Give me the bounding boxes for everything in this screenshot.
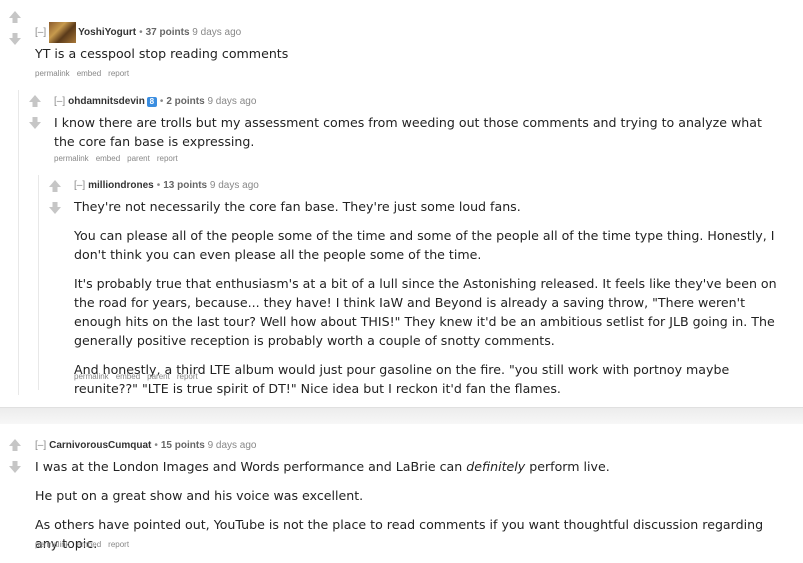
comment-paragraph: I was at the London Images and Words per…: [35, 457, 770, 476]
comment-actions: permalink embed report: [35, 540, 136, 549]
comment-author[interactable]: milliondrones: [88, 180, 154, 191]
comment-score: 15 points: [160, 440, 205, 451]
upvote-arrow-icon[interactable]: [8, 438, 22, 452]
comment-actions: permalink embed parent report: [74, 372, 205, 381]
separator-dot: •: [159, 96, 164, 107]
upvote-arrow-icon[interactable]: [48, 179, 62, 193]
upvote-arrow-icon[interactable]: [28, 94, 42, 108]
embed-link[interactable]: embed: [77, 540, 101, 549]
comment-tagline: [–] milliondrones • 13 points 9 days ago: [74, 180, 259, 191]
embed-link[interactable]: embed: [77, 69, 101, 78]
comment-score: 13 points: [163, 180, 208, 191]
paragraph-text: perform live.: [525, 459, 610, 474]
comment-age: 9 days ago: [207, 96, 257, 107]
user-flair-badge: 8: [146, 96, 157, 107]
comment-age: 9 days ago: [207, 440, 257, 451]
emphasis-text: definitely: [466, 459, 526, 474]
comment-tagline: [–] ohdamnitsdevin 8 • 2 points 9 days ago: [54, 96, 256, 107]
embed-link[interactable]: embed: [96, 154, 120, 163]
vote-controls: [8, 438, 22, 474]
permalink-link[interactable]: permalink: [54, 154, 89, 163]
comment-tagline: [–] YoshiYogurt • 37 points 9 days ago: [35, 22, 241, 43]
comment-author[interactable]: CarnivorousCumquat: [49, 440, 151, 451]
comment-paragraph: YT is a cesspool stop reading comments: [35, 46, 289, 61]
collapse-toggle[interactable]: [–]: [35, 27, 46, 38]
comment-paragraph: They're not necessarily the core fan bas…: [74, 199, 521, 214]
comment-author[interactable]: ohdamnitsdevin: [68, 96, 145, 107]
parent-link[interactable]: parent: [127, 154, 150, 163]
separator-dot: •: [154, 440, 158, 451]
permalink-link[interactable]: permalink: [35, 69, 70, 78]
comment-paragraph: He put on a great show and his voice was…: [35, 488, 364, 503]
comment-body: I was at the London Images and Words per…: [35, 457, 770, 563]
collapse-toggle[interactable]: [–]: [35, 440, 46, 451]
comment-tagline: [–] CarnivorousCumquat • 15 points 9 days a…: [35, 440, 257, 451]
report-link[interactable]: report: [108, 540, 129, 549]
vote-controls: [8, 10, 22, 46]
comment-actions: permalink embed parent report: [54, 154, 185, 163]
comment-paragraph: As others have pointed out, YouTube is n…: [35, 517, 764, 551]
comment-paragraph: You can please all of the people some of…: [74, 228, 775, 262]
permalink-link[interactable]: permalink: [74, 372, 109, 381]
comment-age: 9 days ago: [209, 180, 259, 191]
permalink-link[interactable]: permalink: [35, 540, 70, 549]
comment-paragraph: It's probably true that enthusiasm's at …: [74, 276, 777, 348]
vote-controls: [48, 179, 62, 215]
separator-dot: •: [156, 180, 161, 191]
report-link[interactable]: report: [108, 69, 129, 78]
downvote-arrow-icon[interactable]: [28, 116, 42, 130]
comment-age: 9 days ago: [192, 27, 242, 38]
embed-link[interactable]: embed: [116, 372, 140, 381]
paragraph-text: I was at the London Images and Words per…: [35, 459, 467, 474]
parent-link[interactable]: parent: [147, 372, 170, 381]
thread-divider: [0, 407, 803, 424]
report-link[interactable]: report: [157, 154, 178, 163]
comment-body: YT is a cesspool stop reading comments: [35, 44, 785, 73]
downvote-arrow-icon[interactable]: [48, 201, 62, 215]
comment-paragraph: I know there are trolls but my assessmen…: [54, 115, 762, 149]
user-avatar: [49, 22, 77, 43]
comment-actions: permalink embed report: [35, 69, 136, 78]
collapse-toggle[interactable]: [–]: [74, 180, 85, 191]
thread-line: [38, 175, 39, 390]
comment-author[interactable]: YoshiYogurt: [78, 27, 136, 38]
upvote-arrow-icon[interactable]: [8, 10, 22, 24]
comment-score: 37 points: [145, 27, 190, 38]
report-link[interactable]: report: [177, 372, 198, 381]
comment-score: 2 points: [166, 96, 205, 107]
downvote-arrow-icon[interactable]: [8, 32, 22, 46]
separator-dot: •: [139, 27, 143, 38]
collapse-toggle[interactable]: [–]: [54, 96, 65, 107]
downvote-arrow-icon[interactable]: [8, 460, 22, 474]
vote-controls: [28, 94, 42, 130]
thread-line: [18, 90, 19, 395]
